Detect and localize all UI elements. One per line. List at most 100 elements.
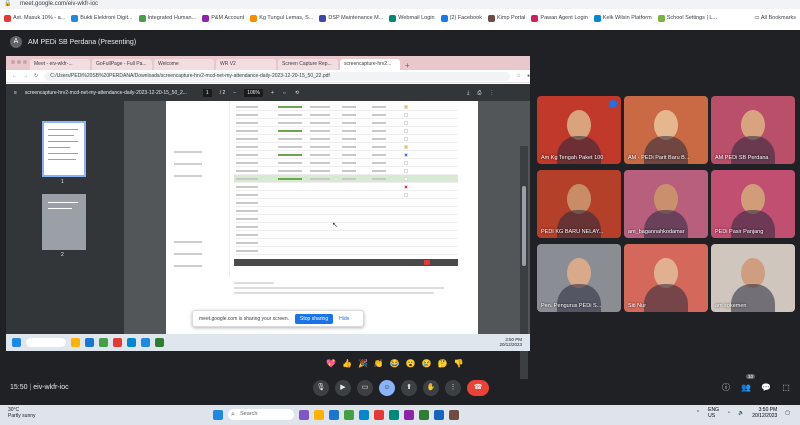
raise-hand-icon[interactable]: ✋ <box>423 380 439 396</box>
wifi-icon[interactable]: ◔ <box>727 410 730 416</box>
address-url[interactable]: meet.google.com/eiv-wkfr-ioc <box>20 1 98 7</box>
zoom-level: 106% <box>244 88 263 97</box>
page-thumbnail <box>42 121 86 177</box>
info-icon[interactable]: ⓘ <box>720 380 732 396</box>
bookmark-item[interactable]: Integrated Human... <box>138 14 196 22</box>
bookmark-item[interactable]: School Settings | L... <box>657 14 717 22</box>
page-thumbnail <box>42 194 86 250</box>
bookmark-icon <box>593 14 601 22</box>
new-tab-icon: + <box>405 61 410 70</box>
present-icon[interactable]: ⬆ <box>401 380 417 396</box>
table-row <box>234 143 458 151</box>
weather-widget[interactable]: 30°C Partly sunny <box>8 407 36 419</box>
app-icon[interactable] <box>374 409 384 420</box>
table-row <box>234 111 458 119</box>
more-icon[interactable]: ⋮ <box>445 380 461 396</box>
table-row <box>234 215 458 223</box>
tray-expand-icon[interactable]: ⌃ <box>696 410 700 416</box>
presenter-title: AM PEDi SB Perdana (Presenting) <box>28 38 137 46</box>
clap-reaction[interactable]: 👏 <box>374 359 384 368</box>
app-icon[interactable] <box>449 409 459 420</box>
facebook-icon <box>440 14 448 22</box>
edge-icon[interactable] <box>329 409 339 420</box>
bookmark-item[interactable]: Kelk Wilsin Platform <box>593 14 652 22</box>
system-clock[interactable]: 3:50 PM 20/12/2023 <box>752 407 777 419</box>
address-bar[interactable]: 🔒 meet.google.com/eiv-wkfr-ioc <box>0 0 800 9</box>
thinking-reaction[interactable]: 🤔 <box>438 359 448 368</box>
thumbnail-pane: 1 2 <box>6 101 124 334</box>
surprised-reaction[interactable]: 😮 <box>406 359 416 368</box>
bookmark-item[interactable]: Pawan Agent Login <box>531 14 588 22</box>
app-icon[interactable] <box>389 409 399 420</box>
participant-name: Pen. Pengurus PEDi S... <box>541 303 602 309</box>
emoji-icon[interactable]: ☺ <box>379 380 395 396</box>
mic-icon[interactable]: 🎙 <box>313 380 329 396</box>
captions-icon[interactable]: ▭ <box>357 380 373 396</box>
participant-video <box>537 170 621 238</box>
table-row <box>234 103 458 111</box>
pdf-page: ↖ <box>166 101 478 334</box>
bookmark-item[interactable]: (2) Facebook <box>440 14 482 22</box>
heart-reaction[interactable]: 💖 <box>326 359 336 368</box>
page-number: 1 <box>202 88 212 97</box>
task-view-icon[interactable] <box>299 409 309 420</box>
laugh-reaction[interactable]: 😂 <box>390 359 400 368</box>
shared-tab: GoFullPage - Full Pa... <box>92 59 152 70</box>
people-icon[interactable]: 👥 <box>740 380 752 396</box>
party-reaction[interactable]: 🎉 <box>358 359 368 368</box>
menu-icon: ≡ <box>14 89 17 96</box>
table-row <box>234 151 458 159</box>
thumbs-down-reaction[interactable]: 👎 <box>454 359 464 368</box>
word-icon[interactable] <box>434 409 444 420</box>
participant-tile[interactable]: am_bagannahkodamar <box>624 170 708 238</box>
bookmark-item[interactable]: DSP Maintenance M... <box>319 14 383 22</box>
bookmark-item[interactable]: Bukti Elektroni Digit... <box>71 14 133 22</box>
windows-icon <box>12 338 21 347</box>
participant-tile[interactable]: Pen. Pengurus PEDi S... <box>537 244 621 312</box>
thumbs-up-reaction[interactable]: 👍 <box>342 359 352 368</box>
app-icon[interactable] <box>404 409 414 420</box>
participant-tile[interactable]: PEDI KG BARU NELAY... <box>537 170 621 238</box>
table-row <box>234 175 458 183</box>
participant-tile[interactable]: AM - PEDi Parit Baru B... <box>624 96 708 164</box>
bookmark-item[interactable]: Webmail Login <box>389 14 435 22</box>
participant-body <box>644 284 688 312</box>
sad-reaction[interactable]: 😢 <box>422 359 432 368</box>
bookmark-item[interactable]: Kimp Portal <box>487 14 525 22</box>
excel-icon[interactable] <box>419 409 429 420</box>
bookmark-item[interactable]: Kg Tungul Lemas, S... <box>250 14 313 22</box>
store-icon[interactable] <box>359 409 369 420</box>
camera-icon[interactable]: ▶ <box>335 380 351 396</box>
chat-icon[interactable]: 💬 <box>760 380 772 396</box>
participant-tile[interactable]: Am Kg Tengah Paket 100 <box>537 96 621 164</box>
notification-icon[interactable]: ▢ <box>785 410 790 416</box>
bookmark-item[interactable]: Ast. Masuk 10% - a... <box>4 14 65 22</box>
chrome-icon[interactable] <box>344 409 354 420</box>
participant-tile[interactable]: am sgkemen <box>711 244 795 312</box>
taskbar-search[interactable]: Search <box>228 409 294 420</box>
taskbar-apps: Search <box>213 409 459 420</box>
reaction-bar: 💖 👍 🎉 👏 😂 😮 😢 🤔 👎 <box>326 356 476 370</box>
pdf-viewer: 1 2 ↖ <box>6 101 530 379</box>
fit-page-icon: ⇔ <box>281 89 287 96</box>
all-bookmarks[interactable]: ▭ All Bookmarks <box>754 10 796 26</box>
meeting-code: eiv-wkfr-ioc <box>33 384 69 391</box>
table-row <box>234 223 458 231</box>
volume-icon[interactable]: 🔈 <box>738 410 744 416</box>
zoom-in-icon: + <box>270 89 274 96</box>
bookmark-icon <box>250 14 258 22</box>
participant-name: PEDI KG BARU NELAY... <box>541 229 604 235</box>
bookmark-item[interactable]: P&M Account <box>202 14 244 22</box>
browser-chrome: 🔒 meet.google.com/eiv-wkfr-ioc Ast. Masu… <box>0 0 800 30</box>
bookmark-icon <box>4 14 11 22</box>
participant-tile[interactable]: AM PEDi SB Perdana <box>711 96 795 164</box>
language-indicator[interactable]: ENG US <box>708 407 719 419</box>
activities-icon[interactable]: ⬚ <box>780 380 792 396</box>
participant-tile[interactable]: PEDi Pasir Panjang <box>711 170 795 238</box>
reload-icon: ↻ <box>34 73 39 79</box>
participant-video <box>537 244 621 312</box>
participant-tile[interactable]: Siti Nur <box>624 244 708 312</box>
file-explorer-icon[interactable] <box>314 409 324 420</box>
windows-start-icon[interactable] <box>213 409 223 420</box>
end-call-icon[interactable]: ☎ <box>467 380 489 396</box>
